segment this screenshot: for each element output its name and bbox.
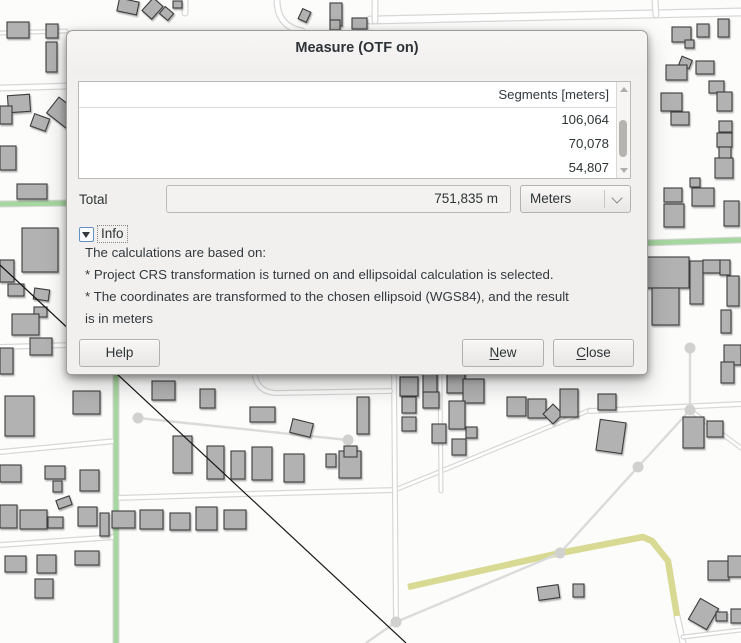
segments-scrollbar[interactable]	[616, 82, 630, 178]
chevron-down-icon	[611, 192, 622, 203]
info-expander-toggle[interactable]	[79, 227, 94, 242]
unit-dropdown-value: Meters	[530, 191, 571, 206]
info-expander-label[interactable]: Info	[97, 225, 128, 243]
dialog-title: Measure (OTF on)	[67, 40, 647, 56]
new-button[interactable]: New	[462, 339, 544, 367]
info-line: is in meters	[85, 308, 637, 330]
segments-table[interactable]: Segments [meters] 106,06470,07854,807	[78, 81, 631, 179]
triangle-down-icon	[82, 232, 90, 238]
segment-row: 106,064	[79, 108, 616, 132]
scrollbar-thumb[interactable]	[619, 120, 627, 157]
measure-dialog: Measure (OTF on) Segments [meters] 106,0…	[66, 30, 648, 375]
segment-row: 54,807	[79, 156, 616, 180]
dropdown-separator	[604, 190, 605, 208]
dialog-titlebar[interactable]: Measure (OTF on)	[67, 31, 647, 75]
segment-row: 70,078	[79, 132, 616, 156]
info-line: The calculations are based on:	[85, 242, 637, 264]
info-line: * Project CRS transformation is turned o…	[85, 264, 637, 286]
close-button[interactable]: Close	[553, 339, 634, 367]
segments-column-header: Segments [meters]	[79, 82, 630, 108]
screen: Measure (OTF on) Segments [meters] 106,0…	[0, 0, 741, 643]
total-label: Total	[79, 192, 108, 207]
info-line: * The coordinates are transformed to the…	[85, 286, 637, 308]
total-value-field[interactable]: 751,835 m	[166, 185, 511, 213]
scroll-up-icon[interactable]	[620, 87, 628, 92]
help-button[interactable]: Help	[79, 339, 160, 367]
info-text: The calculations are based on: * Project…	[85, 242, 637, 330]
unit-dropdown[interactable]: Meters	[520, 185, 631, 213]
segments-rows: 106,06470,07854,807	[79, 108, 616, 180]
scroll-down-icon[interactable]	[620, 168, 628, 173]
